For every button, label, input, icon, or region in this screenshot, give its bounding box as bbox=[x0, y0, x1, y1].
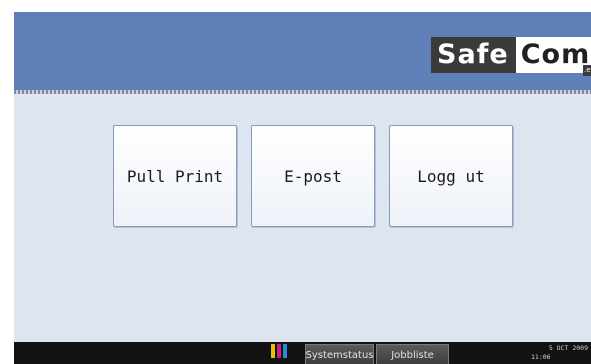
systemstatus-button[interactable]: Systemstatus bbox=[305, 344, 374, 364]
logo-com-text: Com bbox=[515, 37, 591, 73]
status-bar bbox=[14, 342, 591, 364]
e-post-label: E-post bbox=[284, 166, 342, 186]
pull-print-button[interactable]: Pull Print bbox=[113, 125, 237, 227]
e-post-button[interactable]: E-post bbox=[251, 125, 375, 227]
toner-magenta-icon bbox=[277, 344, 281, 358]
date-text: 5 OCT 2009 bbox=[548, 344, 588, 352]
device-screen: Safe Com .e Pull Print E-post Logg ut Sy… bbox=[14, 12, 591, 364]
logout-label: Logg ut bbox=[417, 166, 485, 186]
header-bar: Safe Com .e bbox=[14, 12, 591, 90]
toner-black-icon bbox=[289, 344, 293, 358]
toner-level-icon bbox=[271, 344, 297, 364]
date-time-display: 5 OCT 2009 11:06 bbox=[522, 344, 588, 362]
pull-print-label: Pull Print bbox=[126, 166, 224, 186]
header-divider bbox=[14, 90, 591, 94]
logo-suffix: .e bbox=[583, 65, 591, 76]
time-text: 11:06 bbox=[531, 353, 551, 361]
toner-yellow-icon bbox=[271, 344, 275, 358]
safecom-logo: Safe Com bbox=[431, 37, 591, 73]
toner-cyan-icon bbox=[283, 344, 287, 358]
logout-button[interactable]: Logg ut bbox=[389, 125, 513, 227]
logo-safe-text: Safe bbox=[431, 37, 516, 73]
jobbliste-button[interactable]: Jobbliste bbox=[376, 344, 449, 364]
